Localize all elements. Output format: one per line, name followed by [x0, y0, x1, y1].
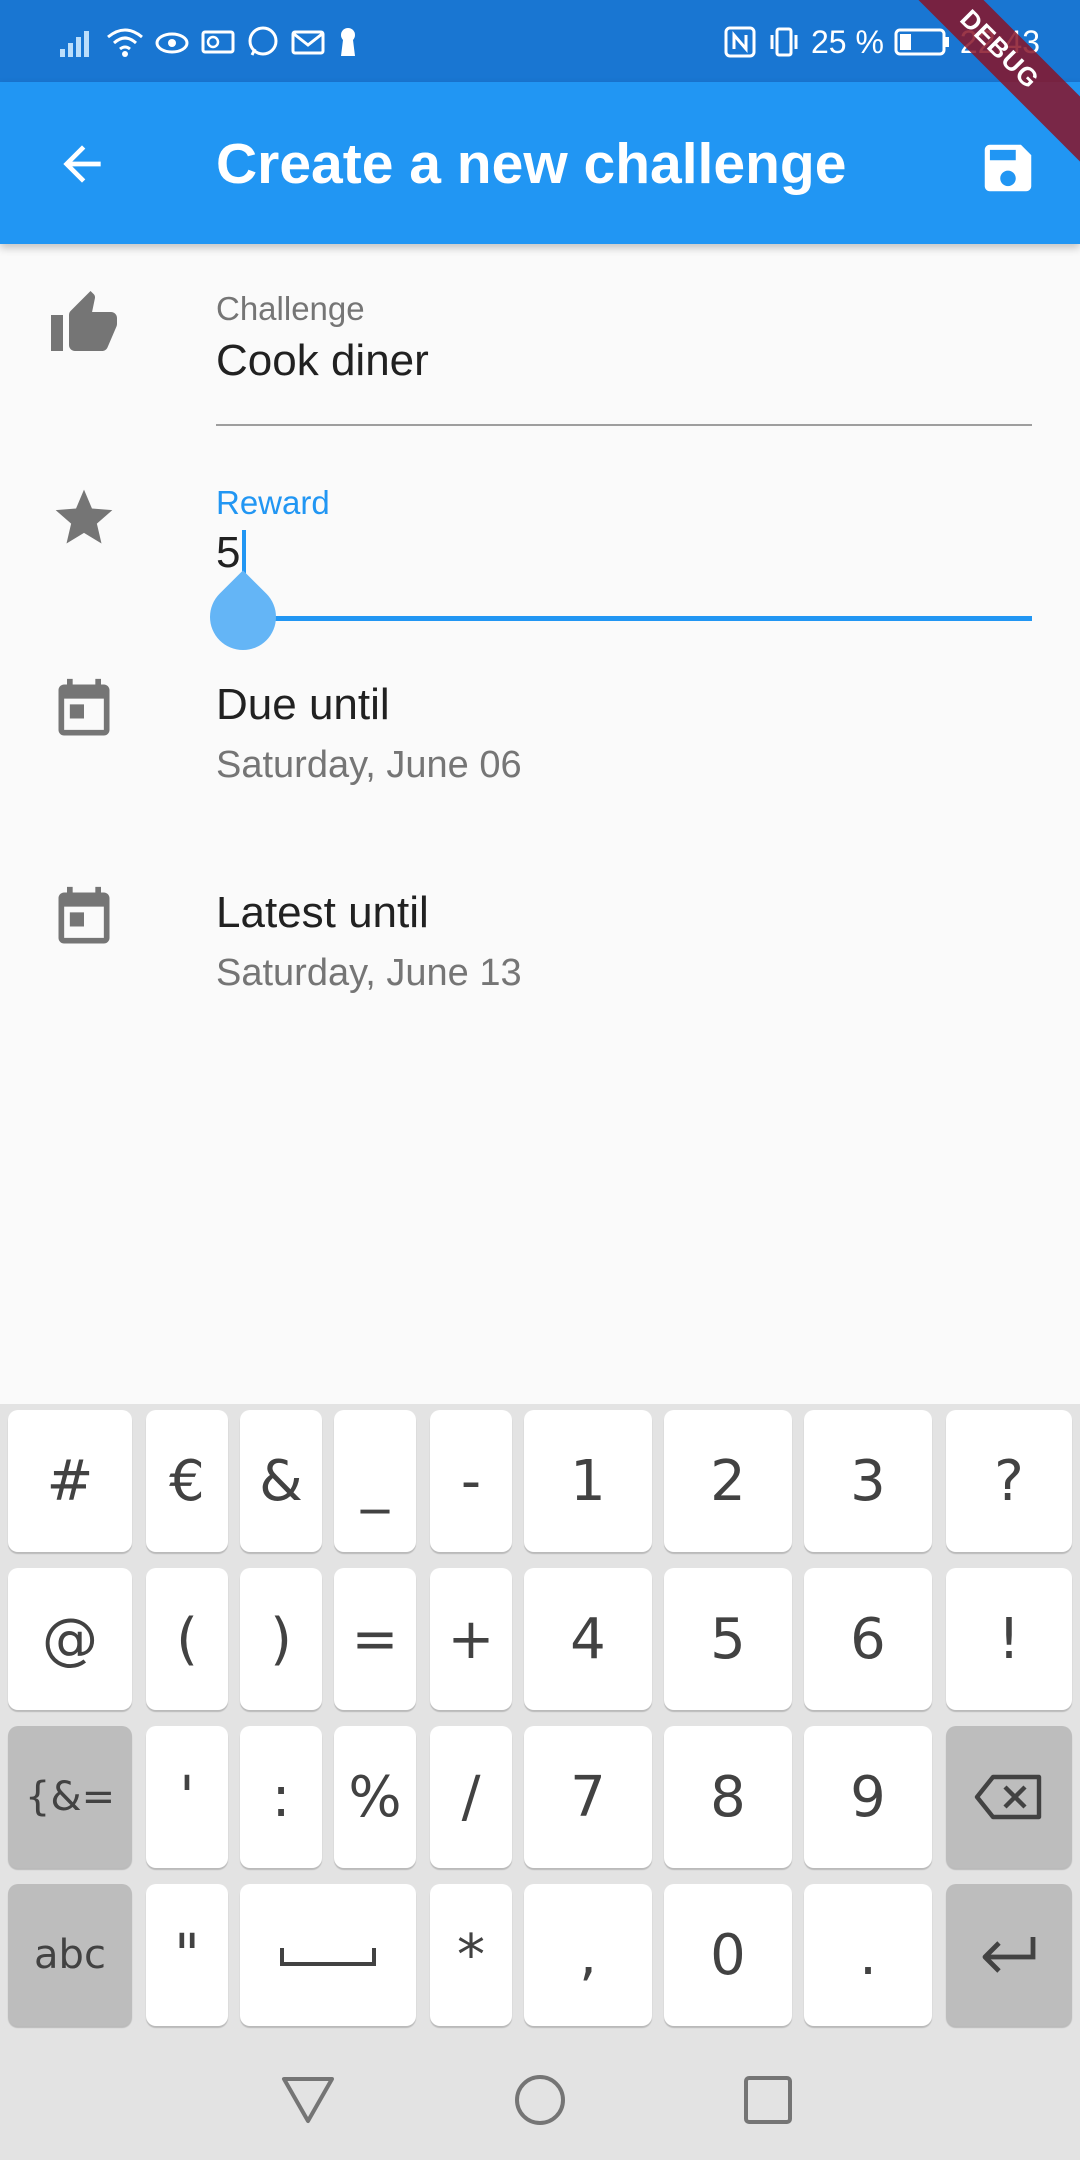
circle-home-icon [515, 2075, 565, 2125]
whatsapp-icon [248, 26, 278, 56]
key-enter[interactable] [946, 1884, 1072, 2026]
challenge-underline [216, 424, 1032, 426]
latest-until-title[interactable]: Latest until [216, 888, 429, 938]
eye-icon [155, 32, 189, 54]
key-apostrophe[interactable]: ' [146, 1726, 228, 1868]
challenge-input[interactable]: Cook diner [216, 336, 429, 386]
key-exclamation[interactable]: ! [946, 1568, 1072, 1710]
due-until-date[interactable]: Saturday, June 06 [216, 744, 522, 787]
page-title: Create a new challenge [216, 132, 847, 196]
cursor-handle[interactable] [196, 570, 290, 664]
key-paren-close[interactable]: ) [240, 1568, 322, 1710]
backspace-icon [974, 1774, 1042, 1820]
key-paren-open[interactable]: ( [146, 1568, 228, 1710]
key-colon[interactable]: : [240, 1726, 322, 1868]
arrow-back-icon [63, 145, 101, 183]
key-ampersand[interactable]: & [240, 1410, 322, 1552]
due-until-title[interactable]: Due until [216, 680, 390, 730]
triangle-back-icon [282, 2077, 334, 2123]
square-recents-icon [744, 2076, 792, 2124]
key-backspace[interactable] [946, 1726, 1072, 1868]
thumb-up-icon [51, 291, 117, 351]
latest-until-date[interactable]: Saturday, June 13 [216, 952, 522, 995]
reward-label: Reward [216, 484, 330, 521]
key-5[interactable]: 5 [664, 1568, 792, 1710]
key-2[interactable]: 2 [664, 1410, 792, 1552]
space-icon [280, 1948, 376, 1966]
key-at[interactable]: @ [8, 1568, 132, 1710]
signal-icon [60, 31, 89, 57]
wifi-icon [107, 28, 143, 57]
latest-calendar-button[interactable] [46, 880, 122, 956]
mail-icon [291, 30, 325, 55]
key-minus[interactable]: - [430, 1410, 512, 1552]
key-more-symbols[interactable]: {&= [8, 1726, 132, 1868]
outlook-icon [201, 30, 235, 54]
calendar-icon [58, 678, 110, 736]
key-7[interactable]: 7 [524, 1726, 652, 1868]
key-percent[interactable]: % [334, 1726, 416, 1868]
key-4[interactable]: 4 [524, 1568, 652, 1710]
key-quote[interactable]: " [146, 1884, 228, 2026]
nav-recents-button[interactable] [732, 2064, 804, 2136]
back-button[interactable] [40, 122, 124, 206]
enter-icon [982, 1937, 1036, 1973]
key-hash[interactable]: # [8, 1410, 132, 1552]
key-0[interactable]: 0 [664, 1884, 792, 2026]
key-abc[interactable]: abc [8, 1884, 132, 2026]
key-3[interactable]: 3 [804, 1410, 932, 1552]
key-space[interactable] [240, 1884, 416, 2026]
save-icon [984, 144, 1032, 192]
calendar-icon [58, 886, 110, 944]
key-8[interactable]: 8 [664, 1726, 792, 1868]
challenge-label: Challenge [216, 290, 365, 327]
system-nav-bar [0, 2040, 1080, 2160]
battery-percent: 25 % [810, 23, 884, 60]
reward-value: 5 [216, 528, 241, 577]
app-bar: Create a new challenge [0, 82, 1080, 244]
key-period[interactable]: . [804, 1884, 932, 2026]
due-calendar-button[interactable] [46, 672, 122, 748]
battery-icon [894, 28, 949, 56]
challenge-icon [46, 286, 122, 362]
key-plus[interactable]: + [430, 1568, 512, 1710]
key-9[interactable]: 9 [804, 1726, 932, 1868]
symbol-keyboard: # € & _ - 1 2 3 ? @ ( ) = + 4 5 6 ! {&= … [0, 1404, 1080, 2040]
key-asterisk[interactable]: * [430, 1884, 512, 2026]
key-underscore[interactable]: _ [334, 1410, 416, 1552]
nav-home-button[interactable] [504, 2064, 576, 2136]
keyhole-icon [341, 28, 355, 56]
key-equals[interactable]: = [334, 1568, 416, 1710]
save-button[interactable] [966, 126, 1050, 210]
nfc-icon [724, 26, 756, 58]
nav-back-button[interactable] [272, 2064, 344, 2136]
reward-icon [46, 480, 122, 556]
vibrate-icon [770, 27, 798, 57]
reward-underline-focused [216, 616, 1032, 621]
key-euro[interactable]: € [146, 1410, 228, 1552]
key-1[interactable]: 1 [524, 1410, 652, 1552]
key-question[interactable]: ? [946, 1410, 1072, 1552]
status-bar: 25 % 22:43 [0, 0, 1080, 82]
key-6[interactable]: 6 [804, 1568, 932, 1710]
key-slash[interactable]: / [430, 1726, 512, 1868]
key-comma[interactable]: , [524, 1884, 652, 2026]
star-icon [55, 489, 113, 544]
notification-icons [60, 20, 360, 64]
